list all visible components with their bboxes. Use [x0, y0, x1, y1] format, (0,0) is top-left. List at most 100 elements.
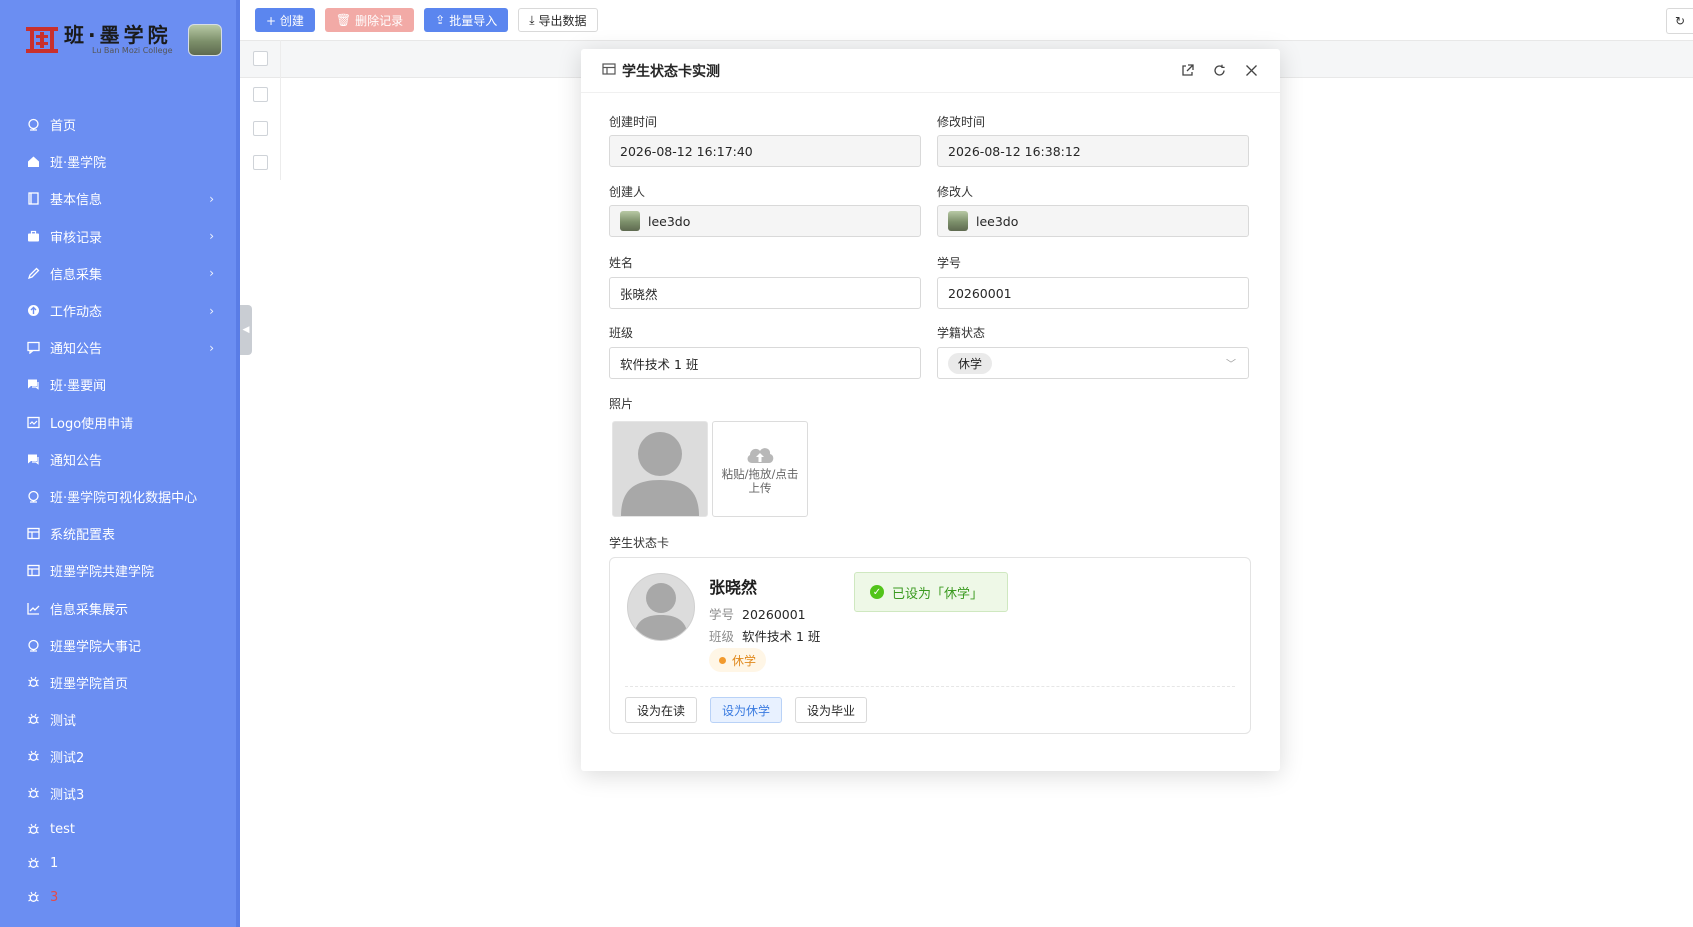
success-notice: ✓ 已设为「休学」 [854, 572, 1008, 612]
card-class-row: 班级 软件技术 1 班 [709, 626, 820, 645]
sidebar-item-21[interactable]: 3 [0, 881, 240, 915]
create-button[interactable]: + 创建 [255, 8, 315, 32]
student-no-input[interactable]: 20260001 [937, 277, 1249, 309]
updated-at-field[interactable]: 2026-08-12 16:38:12 [937, 135, 1249, 167]
sidebar-item-20[interactable]: 1 [0, 847, 240, 881]
refresh-icon: ↻ [1674, 14, 1686, 28]
creator-value: lee3do [648, 213, 691, 229]
sidebar-item-19[interactable]: test [0, 813, 240, 847]
bug-icon [26, 713, 40, 727]
batch-import-button[interactable]: ⇪ 批量导入 [424, 8, 509, 32]
chat-icon [26, 452, 40, 466]
chevron-left-icon: ◀ [242, 325, 250, 335]
student-no-label: 学号 [937, 256, 962, 270]
sidebar-item-11[interactable]: 系统配置表 [0, 515, 240, 552]
bug-icon [26, 675, 40, 689]
sidebar-item-0[interactable]: 首页 [0, 106, 240, 143]
export-data-button[interactable]: ⤓ 导出数据 [518, 8, 598, 32]
check-circle-icon: ✓ [870, 585, 884, 599]
table-refresh-button[interactable]: ↻ [1666, 8, 1693, 34]
select-all-checkbox[interactable] [253, 51, 268, 66]
dialog-header: 学生状态卡实测 [581, 49, 1280, 93]
dialog-refresh-button[interactable] [1210, 61, 1228, 79]
updated-at-value: 2026-08-12 16:38:12 [948, 143, 1081, 159]
sidebar-item-label: 班墨学院大事记 [50, 639, 142, 655]
modifier-field[interactable]: lee3do [937, 205, 1249, 237]
sidebar-item-17[interactable]: 测试2 [0, 738, 240, 775]
created-at-field[interactable]: 2026-08-12 16:17:40 [609, 135, 921, 167]
record-dialog: 学生状态卡实测 创建时间 2026-08-12 16:17:40 修改时间 20… [581, 49, 1280, 771]
sidebar-item-13[interactable]: 信息采集展示 [0, 589, 240, 626]
sidebar-item-label: 通知公告 [50, 342, 103, 358]
table-icon [26, 527, 40, 541]
sidebar-item-label: 班·墨学院可视化数据中心 [50, 490, 198, 506]
brand-subtitle: Lu Ban Mozi College [92, 46, 173, 55]
sidebar-item-label: 3 [50, 890, 59, 906]
import-button-label: 批量导入 [449, 13, 498, 28]
student-status-card: 张晓然 学号 20260001 班级 软件技术 1 班 休学 ✓ 已设为「休学」 设… [609, 557, 1251, 734]
photo-upload-area[interactable]: 粘贴/拖放/点击 上传 [712, 421, 808, 517]
upload-icon: ⇪ [435, 13, 446, 27]
book-icon [26, 192, 40, 206]
sidebar-item-label: 班·墨要闻 [50, 379, 107, 395]
upload-hint-line2: 上传 [748, 481, 772, 495]
set-enrolled-button[interactable]: 设为在读 [625, 697, 698, 723]
upload-hint-line1: 粘贴/拖放/点击 [721, 467, 799, 481]
sidebar-item-15[interactable]: 班墨学院首页 [0, 664, 240, 701]
home-icon [26, 155, 40, 169]
dialog-title: 学生状态卡实测 [602, 61, 720, 81]
card-student-no-key: 学号 [709, 607, 735, 622]
bug-icon [26, 823, 40, 837]
cloud-upload-icon [747, 448, 774, 463]
table-icon [602, 62, 616, 80]
message-icon [26, 341, 40, 355]
name-value: 张晓然 [620, 286, 658, 302]
create-button-label: + 创建 [266, 13, 304, 28]
sidebar-item-16[interactable]: 测试 [0, 701, 240, 738]
status-card-label: 学生状态卡 [609, 536, 670, 550]
sidebar-item-2[interactable]: 基本信息 › [0, 180, 240, 217]
sidebar-item-label: 首页 [50, 119, 77, 135]
set-graduated-button[interactable]: 设为毕业 [795, 697, 868, 723]
sidebar-item-12[interactable]: 班墨学院共建学院 [0, 552, 240, 589]
creator-field[interactable]: lee3do [609, 205, 921, 237]
bug-icon [26, 787, 40, 801]
open-new-window-button[interactable] [1178, 61, 1196, 79]
row-checkbox[interactable] [253, 155, 268, 170]
status-select[interactable]: 休学 ﹀ [937, 347, 1249, 379]
user-avatar[interactable] [188, 24, 222, 56]
globe-icon [26, 118, 40, 132]
dialog-title-text: 学生状态卡实测 [622, 64, 720, 80]
sidebar-item-3[interactable]: 审核记录 › [0, 218, 240, 255]
sidebar-item-14[interactable]: 班墨学院大事记 [0, 627, 240, 664]
class-input[interactable]: 软件技术 1 班 [609, 347, 921, 379]
card-student-no-row: 学号 20260001 [709, 604, 806, 623]
name-input[interactable]: 张晓然 [609, 277, 921, 309]
sidebar-item-label: 工作动态 [50, 305, 103, 321]
row-checkbox[interactable] [253, 87, 268, 102]
sidebar-item-label: 1 [50, 856, 59, 872]
person-placeholder-icon [621, 432, 699, 516]
sidebar-item-7[interactable]: 班·墨要闻 [0, 366, 240, 403]
sidebar-item-label: 班墨学院共建学院 [50, 565, 155, 581]
set-suspended-button[interactable]: 设为休学 [710, 697, 783, 723]
dialog-close-button[interactable] [1242, 61, 1260, 79]
grid-checkbox-column [240, 40, 281, 180]
sidebar-item-8[interactable]: Logo使用申请 [0, 404, 240, 441]
row-checkbox[interactable] [253, 121, 268, 136]
sidebar-item-9[interactable]: 通知公告 [0, 441, 240, 478]
sidebar-item-1[interactable]: 班·墨学院 [0, 143, 240, 180]
sidebar-item-10[interactable]: 班·墨学院可视化数据中心 [0, 478, 240, 515]
delete-records-button[interactable]: 🗑 删除记录 [324, 8, 415, 32]
chevron-right-icon: › [209, 266, 214, 281]
sidebar-item-6[interactable]: 通知公告 › [0, 329, 240, 366]
delete-button-label: 删除记录 [355, 13, 404, 28]
photo-thumbnail[interactable] [612, 421, 708, 517]
person-placeholder-icon [634, 583, 688, 640]
sidebar-item-18[interactable]: 测试3 [0, 775, 240, 812]
chevron-right-icon: › [209, 303, 214, 318]
sidebar-item-5[interactable]: 工作动态 › [0, 292, 240, 329]
bug-icon [26, 750, 40, 764]
sidebar-item-4[interactable]: 信息采集 › [0, 255, 240, 292]
sidebar-collapse-button[interactable]: ◀ [240, 305, 252, 355]
